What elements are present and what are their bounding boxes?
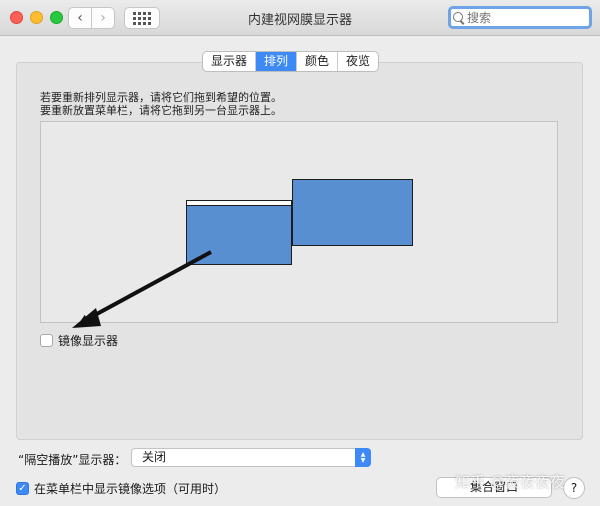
tab-display[interactable]: 显示器 [203,52,257,71]
tab-night-shift[interactable]: 夜览 [338,52,378,71]
display-primary[interactable] [186,200,292,265]
display-arrangement-area [40,121,558,323]
search-icon [453,11,465,24]
mirror-displays-label: 镜像显示器 [58,334,119,348]
help-button[interactable]: ? [563,477,585,499]
airplay-display-select[interactable]: 关闭 ▲ ▼ [131,448,371,467]
display-secondary[interactable] [292,179,413,246]
tab-bar: 显示器 排列 颜色 夜览 [202,51,380,72]
tab-arrangement[interactable]: 排列 [256,52,298,71]
title-bar: ‹ › 内建视网膜显示器 [0,0,600,36]
instructions: 若要重新排列显示器，请将它们拖到希望的位置。 要重新放置菜单栏，请将它拖到另一台… [40,91,282,117]
tab-color[interactable]: 颜色 [297,52,339,71]
instruction-line-1: 若要重新排列显示器，请将它们拖到希望的位置。 [40,91,282,104]
search-field[interactable] [448,6,592,29]
mirror-displays-checkbox[interactable] [40,334,53,347]
checkmark-icon: ✓ [18,482,27,494]
menu-bar-indicator[interactable] [187,201,291,206]
mirror-displays-option[interactable]: 镜像显示器 [40,332,118,349]
show-mirroring-menu-option[interactable]: ✓ 在菜单栏中显示镜像选项（可用时） [16,480,226,497]
show-mirroring-menu-label: 在菜单栏中显示镜像选项（可用时） [34,482,227,496]
updown-arrow-icon: ▲ ▼ [355,448,371,467]
show-mirroring-menu-checkbox[interactable]: ✓ [16,482,29,495]
watermark: 知乎 @夜夜夜夜 [455,473,565,491]
instruction-line-2: 要重新放置菜单栏，请将它拖到另一台显示器上。 [40,104,282,117]
airplay-display-label: “隔空播放”显示器： [18,453,127,467]
airplay-display-value: 关闭 [142,450,167,464]
search-input[interactable] [467,10,577,25]
